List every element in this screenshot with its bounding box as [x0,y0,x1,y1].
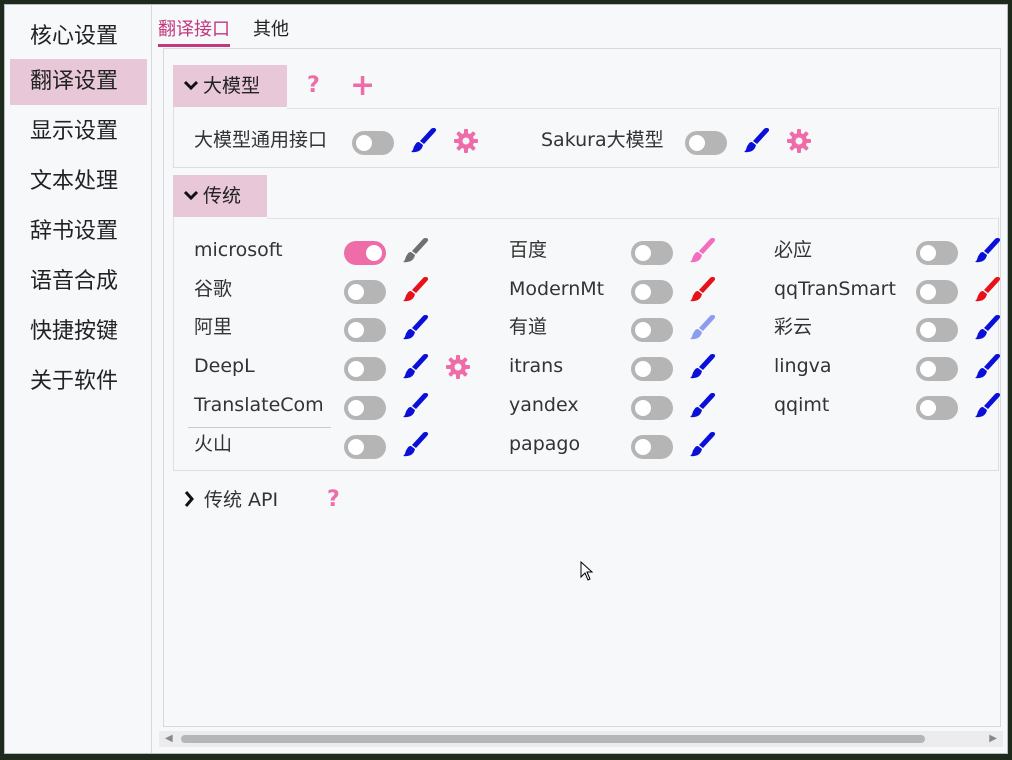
translator-toggle[interactable] [916,280,958,304]
sidebar: 核心设置 翻译设置 显示设置 文本处理 辞书设置 语音合成 快捷按键 关于软件 [5,5,150,753]
paintbrush-icon[interactable] [741,125,771,155]
paintbrush-icon[interactable] [687,351,717,381]
translator-label: ModernMt [509,278,605,300]
translator-toggle[interactable] [344,280,386,304]
llm-item-label: Sakura大模型 [541,129,664,151]
translator-label: papago [509,433,581,455]
translator-label: 有道 [509,316,548,338]
chevron-down-icon [183,80,199,91]
translator-toggle[interactable] [631,280,673,304]
translator-label: yandex [509,394,579,416]
translator-label: 彩云 [774,316,813,338]
translator-label: DeepL [194,355,255,377]
sidebar-item-display-settings[interactable]: 显示设置 [10,109,147,155]
sidebar-divider [151,5,152,753]
paintbrush-icon[interactable] [972,390,1002,420]
api-group-title[interactable]: 传统 API [204,485,278,515]
paintbrush-icon[interactable] [400,312,430,342]
traditional-group-box [173,217,999,471]
translator-label: lingva [774,355,832,377]
llm-help-question-icon[interactable]: ? [307,73,320,98]
paintbrush-icon[interactable] [972,351,1002,381]
paintbrush-icon[interactable] [687,312,717,342]
translator-toggle[interactable] [916,318,958,342]
translator-label: 谷歌 [194,278,233,300]
paintbrush-icon[interactable] [400,429,430,459]
sidebar-item-hotkeys[interactable]: 快捷按键 [10,309,147,355]
translator-label: 必应 [774,239,813,261]
translator-toggle[interactable] [344,396,386,420]
api-help-question-icon[interactable]: ? [327,487,340,512]
paintbrush-icon[interactable] [972,312,1002,342]
paintbrush-icon[interactable] [408,125,438,155]
llm-group-header[interactable]: 大模型 [173,65,287,107]
traditional-group-header[interactable]: 传统 [173,175,267,217]
chevron-down-icon [183,190,199,201]
translator-label: TranslateCom [194,394,324,416]
llm-add-plus-icon[interactable]: + [350,71,375,101]
gear-icon[interactable] [445,354,471,380]
translator-label: qqimt [774,394,830,416]
paintbrush-icon[interactable] [687,235,717,265]
tab-content-panel: 大模型 ? + 大模型通用接口 Sakura大模型 传统 microsoft 百… [163,48,1001,727]
gear-icon[interactable] [786,128,812,154]
horizontal-scrollbar[interactable]: ◀ ▶ [159,731,1003,747]
paintbrush-icon[interactable] [400,351,430,381]
paintbrush-icon[interactable] [972,274,1002,304]
translator-toggle[interactable] [344,318,386,342]
scroll-left-arrow-icon[interactable]: ◀ [165,733,173,744]
translator-toggle[interactable] [631,357,673,381]
llm-item-label: 大模型通用接口 [194,129,328,151]
translator-toggle[interactable] [916,241,958,265]
translator-label: qqTranSmart [774,278,896,300]
paintbrush-icon[interactable] [687,390,717,420]
translator-label: 阿里 [194,316,233,338]
settings-window: 核心设置 翻译设置 显示设置 文本处理 辞书设置 语音合成 快捷按键 关于软件 … [5,5,1007,753]
llm-group-title: 大模型 [203,75,261,97]
translator-toggle[interactable] [631,396,673,420]
translator-toggle[interactable] [344,241,386,265]
mouse-cursor-icon [580,561,594,581]
llm-item-toggle[interactable] [352,131,394,155]
translator-label: microsoft [194,239,283,261]
translator-toggle[interactable] [631,435,673,459]
row-divider [188,427,331,428]
translator-toggle[interactable] [344,435,386,459]
chevron-right-icon[interactable] [182,489,196,509]
translator-toggle[interactable] [344,357,386,381]
paintbrush-icon[interactable] [400,274,430,304]
paintbrush-icon[interactable] [972,235,1002,265]
sidebar-item-dictionary-settings[interactable]: 辞书设置 [10,209,147,255]
sidebar-item-speech-synthesis[interactable]: 语音合成 [10,259,147,305]
llm-item-toggle[interactable] [685,131,727,155]
translator-toggle[interactable] [631,241,673,265]
translator-toggle[interactable] [631,318,673,342]
traditional-group-title: 传统 [203,185,242,207]
sidebar-item-text-processing[interactable]: 文本处理 [10,159,147,205]
translator-toggle[interactable] [916,396,958,420]
paintbrush-icon[interactable] [400,390,430,420]
sidebar-item-about[interactable]: 关于软件 [10,359,147,405]
scrollbar-thumb[interactable] [181,735,925,743]
gear-icon[interactable] [453,128,479,154]
translator-label: 百度 [509,239,548,261]
sidebar-item-translation-settings[interactable]: 翻译设置 [10,59,147,105]
paintbrush-icon[interactable] [687,274,717,304]
translator-label: 火山 [194,433,233,455]
paintbrush-icon[interactable] [687,429,717,459]
translator-toggle[interactable] [916,357,958,381]
translator-label: itrans [509,355,564,377]
tab-translation-api[interactable]: 翻译接口 [158,15,230,47]
tab-other[interactable]: 其他 [253,15,289,45]
paintbrush-icon[interactable] [400,235,430,265]
scroll-right-arrow-icon[interactable]: ▶ [989,733,997,744]
sidebar-item-core-settings[interactable]: 核心设置 [10,14,147,60]
